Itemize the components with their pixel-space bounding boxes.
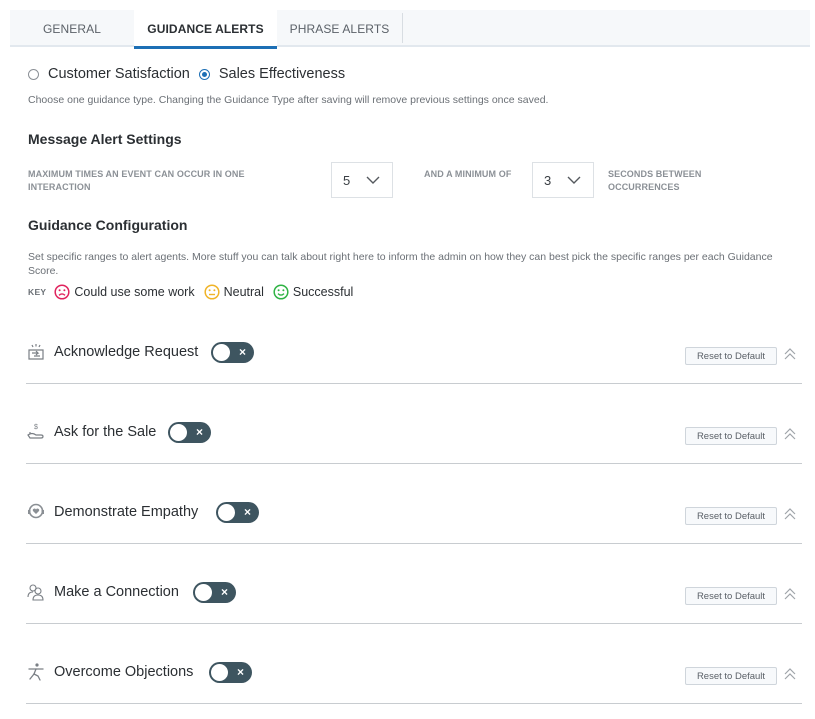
guidance-item-ask-for-the-sale: $ Ask for the Sale × Reset to Default: [26, 414, 802, 464]
reset-to-default-button[interactable]: Reset to Default: [685, 347, 777, 365]
max-times-select[interactable]: 5: [331, 162, 393, 198]
chevron-double-up-icon[interactable]: [783, 666, 797, 682]
make-a-connection-toggle[interactable]: ×: [193, 582, 236, 603]
tab-guidance-alerts[interactable]: GUIDANCE ALERTS: [134, 10, 277, 49]
seconds-between-label: SECONDS BETWEEN OCCURRENCES: [608, 169, 702, 192]
max-times-label: MAXIMUM TIMES AN EVENT CAN OCCUR IN ONE …: [28, 169, 245, 192]
item-title: Make a Connection: [54, 584, 179, 600]
minimum-of-label: AND A MINIMUM OF: [424, 169, 512, 179]
min-seconds-select[interactable]: 3: [532, 162, 594, 198]
toggle-off-x-icon: ×: [243, 505, 251, 519]
chevron-down-icon: [567, 176, 581, 184]
hand-dollar-icon: $: [27, 424, 44, 439]
chevron-double-up-icon[interactable]: [783, 586, 797, 602]
empathy-heart-icon: [28, 503, 44, 519]
chevron-double-up-icon[interactable]: [783, 506, 797, 522]
tab-general[interactable]: GENERAL: [10, 10, 134, 47]
ask-for-the-sale-toggle[interactable]: ×: [168, 422, 211, 443]
happy-face-icon: [273, 284, 289, 300]
toggle-knob: [169, 423, 188, 442]
max-times-value: 5: [343, 172, 351, 188]
neutral-face-icon: [204, 284, 220, 300]
guidance-type-hint: Choose one guidance type. Changing the G…: [28, 94, 549, 106]
message-alert-settings-title: Message Alert Settings: [28, 131, 182, 147]
toggle-off-x-icon: ×: [195, 425, 203, 439]
reset-to-default-button[interactable]: Reset to Default: [685, 667, 777, 685]
radio-customer-satisfaction[interactable]: [28, 68, 39, 80]
toggle-off-x-icon: ×: [236, 665, 244, 679]
chevron-down-icon: [366, 176, 380, 184]
overcome-objections-toggle[interactable]: ×: [209, 662, 252, 683]
toggle-knob: [212, 343, 231, 362]
item-title: Acknowledge Request: [54, 344, 199, 360]
toggle-knob: [217, 503, 236, 522]
key-could-use-some-work: Could use some work: [74, 285, 195, 299]
acknowledge-request-toggle[interactable]: ×: [211, 342, 254, 363]
tab-phrase-alerts[interactable]: PHRASE ALERTS: [277, 10, 402, 47]
key-successful: Successful: [292, 285, 354, 299]
chevron-double-up-icon[interactable]: [783, 346, 797, 362]
key-label: KEY: [28, 287, 47, 297]
guidance-configuration-description: Set specific ranges to alert agents. Mor…: [28, 251, 773, 277]
chevron-double-up-icon[interactable]: [783, 426, 797, 442]
radio-label-sales-effectiveness[interactable]: Sales Effectiveness: [219, 66, 345, 82]
radio-sales-effectiveness[interactable]: [198, 68, 210, 80]
tab-divider: [402, 13, 403, 43]
reset-to-default-button[interactable]: Reset to Default: [685, 587, 777, 605]
toggle-off-x-icon: ×: [220, 585, 228, 599]
radio-label-customer-satisfaction[interactable]: Customer Satisfaction: [48, 66, 190, 82]
guidance-item-overcome-objections: Overcome Objections × Reset to Default: [26, 654, 802, 704]
item-title: Overcome Objections: [54, 664, 194, 680]
tab-bar: GENERAL GUIDANCE ALERTS PHRASE ALERTS: [10, 10, 810, 49]
guidance-configuration-title: Guidance Configuration: [28, 217, 188, 233]
key-neutral: Neutral: [223, 285, 264, 299]
toggle-off-x-icon: ×: [238, 345, 246, 359]
guidance-item-acknowledge-request: Acknowledge Request × Reset to Default: [26, 334, 802, 384]
guidance-type-radio-group: Customer Satisfaction Sales Effectivenes…: [28, 66, 354, 82]
toggle-knob: [210, 663, 229, 682]
svg-text:$: $: [34, 424, 38, 431]
reset-to-default-button[interactable]: Reset to Default: [685, 427, 777, 445]
min-seconds-value: 3: [544, 172, 552, 188]
item-title: Demonstrate Empathy: [54, 504, 199, 520]
score-key: KEY Could use some work Neutral Successf…: [28, 284, 362, 300]
item-title: Ask for the Sale: [54, 424, 157, 440]
sad-face-icon: [54, 284, 70, 300]
people-icon: [27, 584, 44, 601]
toggle-knob: [194, 583, 213, 602]
running-person-icon: [28, 663, 44, 681]
reset-to-default-button[interactable]: Reset to Default: [685, 507, 777, 525]
guidance-item-demonstrate-empathy: Demonstrate Empathy × Reset to Default: [26, 494, 802, 544]
guidance-item-make-a-connection: Make a Connection × Reset to Default: [26, 574, 802, 624]
acknowledge-icon: [28, 344, 44, 360]
demonstrate-empathy-toggle[interactable]: ×: [216, 502, 259, 523]
